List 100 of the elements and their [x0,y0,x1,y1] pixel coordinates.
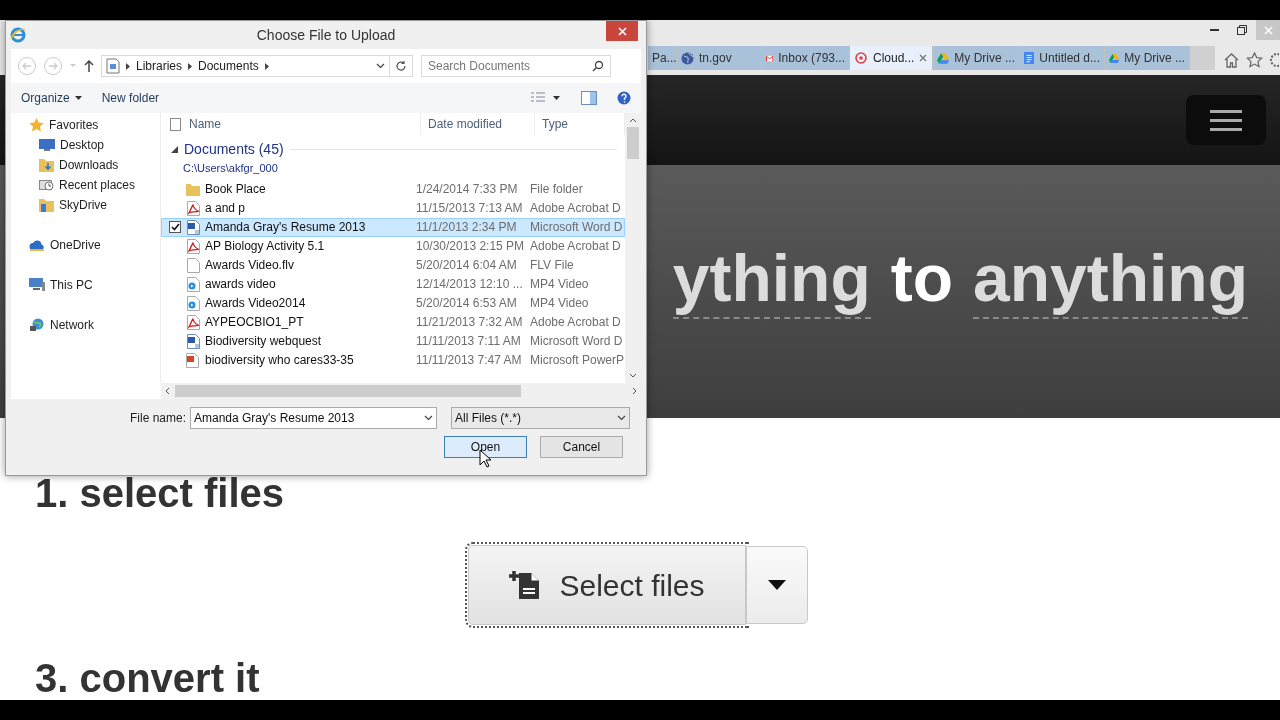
chevron-right-icon [264,62,269,70]
file-type-dropdown[interactable]: All Files (*.*) [451,407,630,429]
nav-item[interactable]: SkyDrive [11,195,160,215]
column-header[interactable]: Name [181,113,421,135]
dialog-button[interactable]: Cancel [540,436,623,458]
dropdown-caret-icon [617,415,626,421]
document-icon [1024,51,1035,65]
browser-tab[interactable]: Cloud... [850,46,933,70]
nav-item[interactable]: Downloads [11,155,160,175]
close-icon [1263,25,1273,35]
file-row[interactable]: Awards Video2014 5/20/2014 6:53 AM MP4 Video [161,293,625,313]
globe-icon [29,318,45,332]
add-file-icon [509,569,542,601]
search-field[interactable]: Search Documents [422,56,592,76]
star-icon [29,118,44,132]
folder-path: C:\Users\akfgr_000 [183,162,278,174]
file-row[interactable]: Biodiversity webquest 11/11/2013 7:11 AM Microsoft Word D [161,331,625,351]
column-header[interactable]: Date modified [421,113,535,135]
step-heading: 1. select files [35,473,285,513]
refresh-button[interactable] [389,55,413,77]
folder-icon [39,198,54,212]
file-row[interactable]: AP Biology Activity 5.1 10/30/2013 2:15 PM Adobe Acrobat D [161,236,625,256]
hero-heading: to [890,244,953,317]
home-icon[interactable] [1223,52,1240,68]
file-row[interactable]: biodiversity who cares33-35 11/11/2013 7:47 AM Microsoft PowerP [161,350,625,370]
preview-pane-icon[interactable] [581,91,597,105]
view-options-icon[interactable] [531,92,561,104]
tab-close-icon[interactable] [919,54,928,62]
step-heading: 3. convert it [35,658,260,698]
slides-file-icon [186,352,200,368]
nav-item[interactable]: OneDrive [11,235,160,255]
select-all-checkbox[interactable] [170,117,181,131]
horizontal-scrollbar[interactable] [161,383,641,399]
file-name-label: File name: [129,411,186,425]
drive-icon [1109,51,1120,65]
file-row[interactable]: Amanda Gray's Resume 2013 11/1/2013 2:34 PM Microsoft Word D [161,217,625,237]
collapse-icon[interactable] [171,146,178,153]
pdf-file-icon [186,238,200,254]
word-file-icon [186,219,200,235]
star-icon[interactable] [1246,52,1263,68]
folder-icon [186,182,200,196]
up-arrow-icon[interactable] [83,59,95,73]
dropdown-caret-icon[interactable] [424,415,433,421]
browser-tab[interactable]: Inbox (793... [762,46,850,70]
file-row[interactable]: Awards Video.flv 5/20/2014 6:04 AM FLV File [161,255,625,275]
caret-down-icon [768,580,786,590]
close-button[interactable] [606,21,638,41]
video-file-icon [186,276,200,292]
hero-heading: anything [973,244,1248,319]
dialog-title: Choose File to Upload [256,26,396,43]
help-icon[interactable] [617,91,631,105]
pdf-file-icon [186,314,200,330]
browser-tab[interactable]: My Drive ... [933,46,1020,70]
recent-places-icon [39,178,54,192]
globe-icon [681,51,694,65]
breadcrumb-item[interactable]: Libraries [136,57,183,75]
select-files-button[interactable]: Select files [468,545,746,625]
organize-menu-button[interactable]: Organize [21,89,82,107]
nav-item[interactable]: Desktop [11,135,160,155]
scrollbar-thumb[interactable] [627,127,639,159]
refresh-icon [395,60,407,72]
drive-icon [937,51,950,65]
computer-icon [29,278,45,292]
browser-logo-icon [10,27,26,43]
video-file-icon [186,295,200,311]
scrollbar-thumb[interactable] [175,385,521,397]
menu-button[interactable] [1186,95,1266,145]
dialog-button[interactable]: Open [444,436,527,458]
file-row[interactable]: awards video 12/14/2013 12:10 ... MP4 Video [161,274,625,294]
browser-tab[interactable]: Untitled d... [1020,46,1105,70]
close-icon [617,26,627,36]
file-row[interactable]: a and p 11/15/2013 7:13 AM Adobe Acrobat D [161,198,625,218]
nav-item[interactable]: Recent places [11,175,160,195]
nav-item[interactable]: This PC [11,275,160,295]
download-folder-icon [39,158,54,172]
restore-icon[interactable] [1237,25,1247,35]
search-icon [592,60,604,72]
file-row[interactable]: Book Place 1/24/2014 7:33 PM File folder [161,179,625,199]
pdf-file-icon [186,200,200,216]
caret-down-icon [74,96,82,100]
chevron-right-icon [188,62,193,70]
chevron-right-icon [126,62,130,70]
dropdown-caret-icon[interactable] [376,63,385,69]
word-file-icon [186,333,200,349]
file-row[interactable]: AYPEOCBIO1_PT 11/21/2013 7:32 AM Adobe Acrobat D [161,312,625,332]
new-folder-button[interactable]: New folder [101,89,160,107]
hero-heading: ything [672,244,871,319]
breadcrumb-item[interactable]: Documents [198,57,259,75]
browser-tab[interactable]: My Drive ... [1105,46,1190,70]
browser-tab[interactable]: tn.gov [677,46,762,70]
blank-file-icon [186,257,200,273]
check-icon [170,223,180,231]
group-heading[interactable]: Documents (45) [184,141,284,157]
monitor-icon [39,138,55,152]
library-icon [106,58,120,74]
nav-item[interactable]: Network [11,315,160,335]
address-bar[interactable]: Libraries Documents [101,55,390,77]
nav-item[interactable]: Favorites [11,115,160,135]
search-box[interactable]: Search Documents [421,55,611,77]
browser-tab[interactable]: Pa... [648,46,677,70]
